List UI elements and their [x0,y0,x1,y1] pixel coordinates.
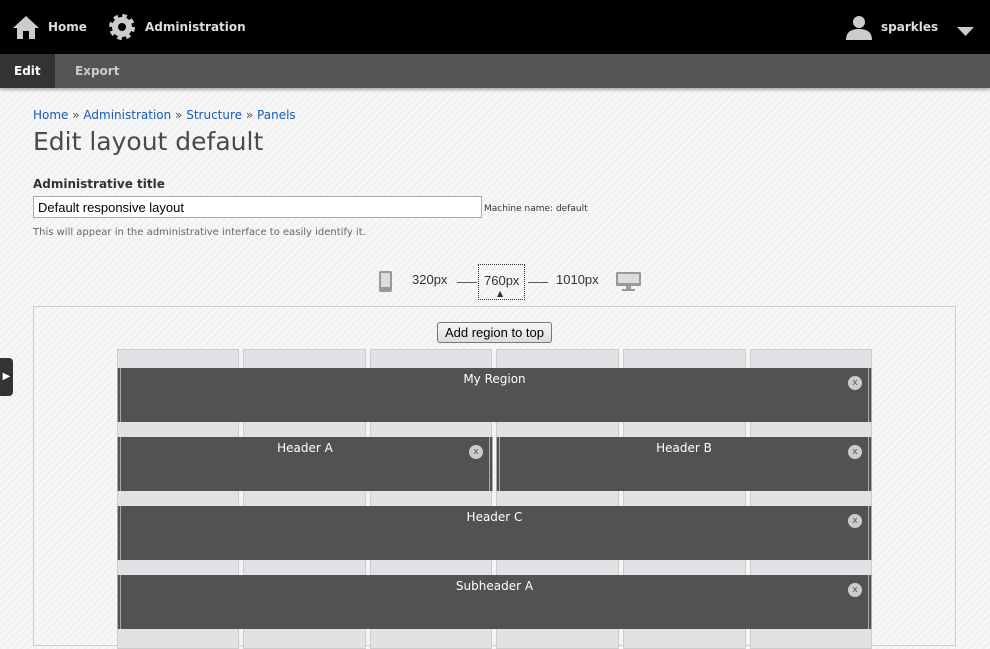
region-subheader-a[interactable]: Subheader A x [117,575,872,629]
secondary-tabs: Edit Export [0,54,990,88]
top-toolbar: Home Administration sparkles [0,0,990,54]
divider [528,282,548,283]
home-link[interactable]: Home [12,0,87,54]
field-description: This will appear in the administrative i… [33,227,366,238]
breadcrumb-panels[interactable]: Panels [257,108,296,122]
administration-link[interactable]: Administration [107,0,246,54]
tab-edit[interactable]: Edit [0,54,55,88]
region-label: Header B [656,441,712,455]
region-label: Header A [277,441,333,455]
region-label: Subheader A [455,579,534,593]
user-menu[interactable]: sparkles [845,0,938,54]
close-icon[interactable]: x [469,445,483,459]
chevron-down-icon[interactable] [957,27,974,37]
breadcrumb-administration[interactable]: Administration [83,108,171,122]
chevron-right-icon: ▶ [2,371,11,382]
admin-title-input[interactable] [33,196,482,218]
add-region-to-top-button[interactable]: Add region to top [437,322,552,343]
breakpoint-1010[interactable]: 1010px [556,272,599,287]
home-label: Home [48,20,87,34]
breakpoint-320[interactable]: 320px [412,272,447,287]
breakpoint-760-selected[interactable]: 760px ▲ [478,264,525,300]
region-header-a[interactable]: Header A x [117,437,493,491]
page-title: Edit layout default [33,127,264,156]
administration-label: Administration [145,20,246,34]
user-icon [846,16,872,40]
sidebar-toggle[interactable]: ▶ [0,358,13,396]
region-header-c[interactable]: Header C x [117,506,872,560]
close-icon[interactable]: x [848,376,862,390]
region-label: My Region [463,372,526,386]
mobile-icon[interactable] [379,271,392,292]
close-icon[interactable]: x [848,514,862,528]
tab-export[interactable]: Export [61,54,133,88]
region-label: Header C [466,510,523,524]
close-icon[interactable]: x [848,445,862,459]
region-header-b[interactable]: Header B x [496,437,872,491]
close-icon[interactable]: x [848,583,862,597]
region-my-region[interactable]: My Region x [117,368,872,422]
divider [457,282,477,283]
desktop-icon[interactable] [616,272,641,291]
admin-title-label: Administrative title [33,177,165,191]
breakpoint-760-label: 760px [484,273,520,288]
machine-name: Machine name: default [484,204,588,214]
breadcrumb-home[interactable]: Home [33,108,68,122]
breadcrumb: Home » Administration » Structure » Pane… [33,108,296,122]
caret-up-icon: ▲ [497,289,504,298]
breadcrumb-structure[interactable]: Structure [186,108,242,122]
gear-icon [109,14,135,40]
home-icon [13,16,39,39]
username: sparkles [881,20,939,34]
